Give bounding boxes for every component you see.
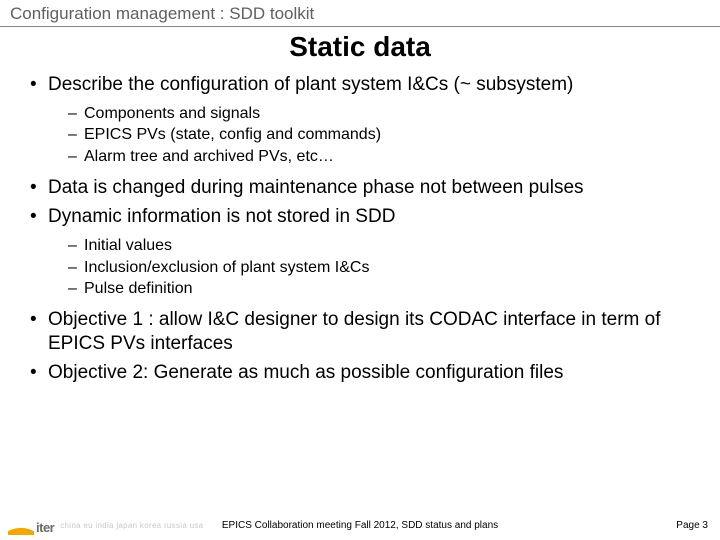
sub-bullet: Alarm tree and archived PVs, etc… <box>68 146 700 168</box>
sub-bullet: Initial values <box>68 235 700 257</box>
iter-logo-icon <box>8 515 34 535</box>
bullet-item: Data is changed during maintenance phase… <box>30 176 700 200</box>
bullet-text: Describe the configuration of plant syst… <box>48 74 573 95</box>
breadcrumb-header: Configuration management : SDD toolkit <box>0 0 720 27</box>
iter-logo: iter <box>8 515 54 535</box>
sub-bullet: Pulse definition <box>68 278 700 300</box>
slide-content: Describe the configuration of plant syst… <box>0 73 720 385</box>
iter-logo-text: iter <box>36 520 54 535</box>
bullet-item: Describe the configuration of plant syst… <box>30 73 700 168</box>
bullet-item: Objective 2: Generate as much as possibl… <box>30 361 700 385</box>
slide-footer: iter china eu india japan korea russia u… <box>0 510 720 540</box>
bullet-text: Dynamic information is not stored in SDD <box>48 206 395 227</box>
sub-bullet: Components and signals <box>68 103 700 125</box>
footer-center-text: EPICS Collaboration meeting Fall 2012, S… <box>222 520 498 531</box>
sub-bullet: EPICS PVs (state, config and commands) <box>68 124 700 146</box>
bullet-text: Objective 2: Generate as much as possibl… <box>48 362 563 383</box>
countries-list: china eu india japan korea russia usa <box>60 521 203 530</box>
sub-bullet: Inclusion/exclusion of plant system I&Cs <box>68 257 700 279</box>
bullet-item: Dynamic information is not stored in SDD… <box>30 205 700 300</box>
page-number: Page 3 <box>676 520 708 531</box>
bullet-item: Objective 1 : allow I&C designer to desi… <box>30 308 700 356</box>
bullet-text: Data is changed during maintenance phase… <box>48 177 584 198</box>
slide-title: Static data <box>0 27 720 73</box>
bullet-text: Objective 1 : allow I&C designer to desi… <box>48 309 660 354</box>
